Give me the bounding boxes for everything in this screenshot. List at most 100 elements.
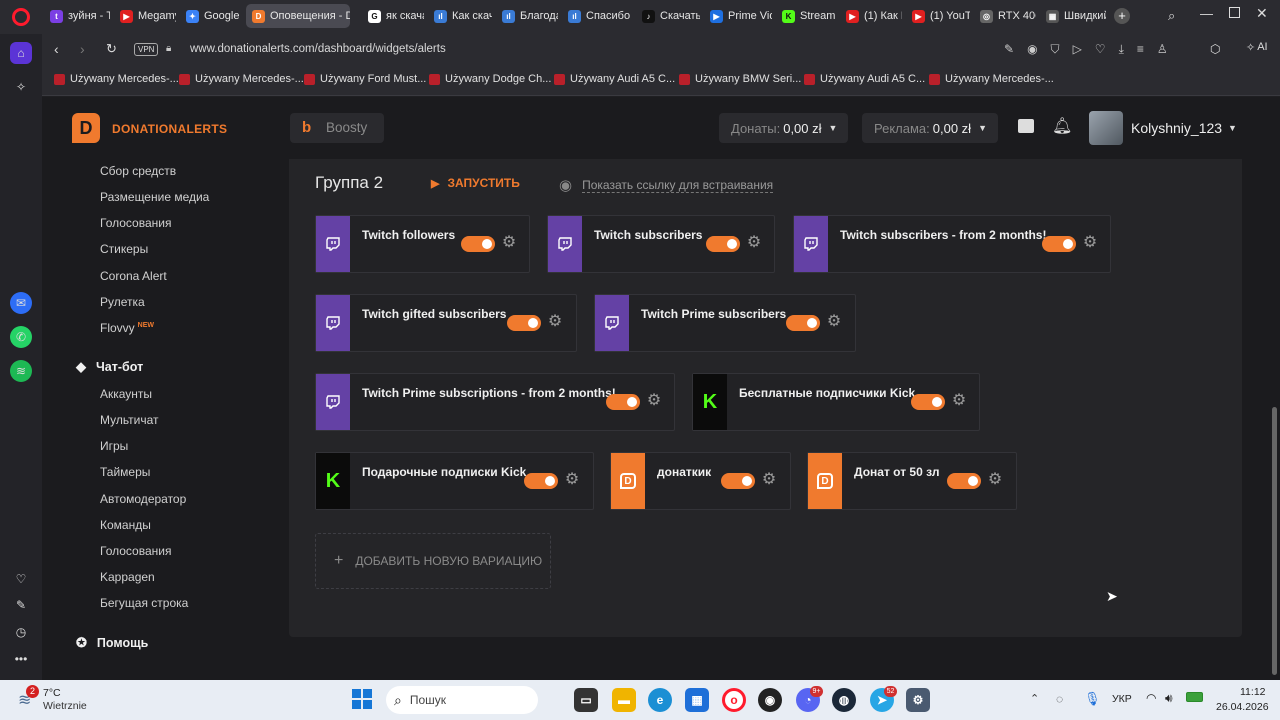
heart-icon[interactable]: ♡ xyxy=(1095,42,1106,57)
browser-tab[interactable]: ◎ RTX 4060 xyxy=(974,4,1036,28)
url-field[interactable]: www.donationalerts.com/dashboard/widgets… xyxy=(190,43,446,55)
browser-tab[interactable]: ✦ Google G xyxy=(180,4,242,28)
sidebar-item[interactable]: Corona Alert xyxy=(100,269,167,283)
spotify-icon[interactable]: ≋ xyxy=(10,360,32,382)
tray-chevron-icon[interactable]: ⌃ xyxy=(1030,692,1039,705)
embed-link-button[interactable]: ◉ Показать ссылку для встраивания xyxy=(559,176,774,194)
browser-tab[interactable]: Gяк скачат xyxy=(362,4,424,28)
bookmark-item[interactable]: Używany Mercedes-... xyxy=(179,73,304,85)
alert-card[interactable]: Twitch followers ⚙ xyxy=(315,215,530,273)
minimize-button[interactable]: — xyxy=(1200,6,1213,21)
sidebar-item[interactable]: Сбор средств xyxy=(100,164,176,178)
alert-enabled-toggle[interactable] xyxy=(524,473,558,489)
sidebar-item[interactable]: Аккаунты xyxy=(100,387,152,401)
sidebar-item[interactable]: Размещение медиа xyxy=(100,190,209,204)
file-explorer-icon[interactable]: ▬ xyxy=(612,688,636,712)
page-scrollbar[interactable] xyxy=(1271,97,1277,680)
settings-gear-icon[interactable]: ⚙ xyxy=(906,688,930,712)
username[interactable]: Kolyshniy_123 xyxy=(1131,120,1222,136)
sidebar-item[interactable]: Автомодератор xyxy=(100,492,186,506)
boosty-button[interactable]: b Boosty xyxy=(290,113,384,143)
history-icon[interactable]: ◷ xyxy=(10,621,32,643)
task-view-icon[interactable]: ▭ xyxy=(574,688,598,712)
browser-tab[interactable]: ▶ (1) Как Н xyxy=(840,4,902,28)
news-icon[interactable] xyxy=(1018,119,1034,133)
settings-gear-icon[interactable]: ⚙ xyxy=(761,472,777,488)
alert-card[interactable]: Twitch subscribers ⚙ xyxy=(547,215,775,273)
settings-gear-icon[interactable]: ⚙ xyxy=(501,235,517,251)
alert-enabled-toggle[interactable] xyxy=(911,394,945,410)
notifications-bell-icon[interactable]: 🔔︎ xyxy=(1052,116,1072,136)
alert-enabled-toggle[interactable] xyxy=(461,236,495,252)
more-icon[interactable]: ••• xyxy=(10,648,32,670)
settings-gear-icon[interactable]: ⚙ xyxy=(826,314,842,330)
sidebar-item[interactable]: Kappagen xyxy=(100,570,155,584)
bookmark-item[interactable]: Używany Ford Must... xyxy=(304,73,426,85)
ai-button[interactable]: ✧ AI xyxy=(1246,41,1268,54)
reload-icon[interactable]: ↻ xyxy=(106,41,117,57)
alert-card[interactable]: K Бесплатные подписчики Kick ⚙ xyxy=(692,373,980,431)
sidebar-item[interactable]: Команды xyxy=(100,518,151,532)
battery-icon[interactable] xyxy=(1186,692,1203,702)
sidebar-item[interactable]: Игры xyxy=(100,439,128,453)
browser-tab[interactable]: ıl Спасибо xyxy=(562,4,632,28)
bookmark-item[interactable]: Używany Audi A5 C... xyxy=(554,73,675,85)
steam-icon[interactable]: ◍ xyxy=(832,688,856,712)
sidebar-section-chatbot[interactable]: ◆ Чат-бот xyxy=(76,359,143,375)
settings-gear-icon[interactable]: ⚙ xyxy=(987,472,1003,488)
maximize-button[interactable] xyxy=(1229,7,1240,18)
alert-card[interactable]: K Подарочные подписки Kick ⚙ xyxy=(315,452,594,510)
volume-icon[interactable]: 🔊︎ xyxy=(1165,691,1173,706)
download-icon[interactable]: ⤓ xyxy=(1119,42,1124,57)
favorites-icon[interactable]: ♡ xyxy=(10,568,32,590)
settings-gear-icon[interactable]: ⚙ xyxy=(564,472,580,488)
github-icon[interactable]: ◉ xyxy=(758,688,782,712)
edge-icon[interactable]: e xyxy=(648,688,672,712)
clock-time[interactable]: 11:12 xyxy=(1240,686,1266,698)
browser-tab[interactable]: K Stream Ul xyxy=(776,4,836,28)
messenger-icon[interactable]: ✉ xyxy=(10,292,32,314)
sidebar-item[interactable]: Бегущая строка xyxy=(100,596,188,610)
pin-icon[interactable]: ✧ xyxy=(10,76,32,98)
wifi-icon[interactable]: ◠ xyxy=(1146,691,1156,705)
camera-icon[interactable]: ◉ xyxy=(1027,42,1037,57)
settings-gear-icon[interactable]: ⚙ xyxy=(951,393,967,409)
settings-gear-icon[interactable]: ⚙ xyxy=(646,393,662,409)
bookmark-item[interactable]: Używany Mercedes-... xyxy=(929,73,1054,85)
search-tabs-icon[interactable]: ⌕ xyxy=(1168,8,1175,24)
ads-dropdown[interactable]: Реклама: 0,00 zł ▼ xyxy=(862,113,998,143)
taskbar-search[interactable]: ⌕ Пошук xyxy=(386,686,538,714)
close-button[interactable]: ✕ xyxy=(1256,5,1268,22)
sidebar-section-help[interactable]: ✪ Помощь xyxy=(76,635,148,651)
scrollbar-thumb[interactable] xyxy=(1272,407,1277,675)
alert-enabled-toggle[interactable] xyxy=(606,394,640,410)
profile-icon[interactable]: ♙ xyxy=(1157,42,1168,57)
alert-enabled-toggle[interactable] xyxy=(786,315,820,331)
store-icon[interactable]: ▦ xyxy=(685,688,709,712)
alert-card[interactable]: Twitch subscribers - from 2 months! ⚙ xyxy=(793,215,1111,273)
bookmark-item[interactable]: Używany Audi A5 C... xyxy=(804,73,925,85)
settings-gear-icon[interactable]: ⚙ xyxy=(1082,235,1098,251)
cube-icon[interactable]: ⬡ xyxy=(1210,42,1220,56)
alert-card[interactable]: Twitch Prime subscribers ⚙ xyxy=(594,294,856,352)
shield-icon[interactable]: ⛉ xyxy=(1051,42,1060,57)
new-tab-button[interactable]: + xyxy=(1114,8,1130,24)
user-menu-chevron-icon[interactable]: ▼ xyxy=(1228,123,1237,133)
browser-tab[interactable]: D Оповещения - D xyxy=(246,4,350,28)
clock-date[interactable]: 26.04.2026 xyxy=(1216,701,1269,713)
share-icon[interactable]: ✎ xyxy=(1004,42,1014,57)
opera-icon[interactable]: o xyxy=(722,688,746,712)
browser-tab[interactable]: ▶ Prime Vid xyxy=(704,4,772,28)
bookmark-item[interactable]: Używany Mercedes-... xyxy=(54,73,179,85)
settings-gear-icon[interactable]: ⚙ xyxy=(547,314,563,330)
alert-card[interactable]: D Донат от 50 зл ⚙ xyxy=(807,452,1017,510)
sidebar-item[interactable]: Мультичат xyxy=(100,413,159,427)
microphone-icon[interactable]: 🎙︎ xyxy=(1084,691,1101,707)
sidebar-item[interactable]: Голосования xyxy=(100,216,171,230)
add-variation-button[interactable]: + ДОБАВИТЬ НОВУЮ ВАРИАЦИЮ xyxy=(315,533,551,589)
browser-tab[interactable]: ▦ Швидкий xyxy=(1040,4,1106,28)
browser-tab[interactable]: ıl Как скача xyxy=(428,4,492,28)
alert-enabled-toggle[interactable] xyxy=(507,315,541,331)
alert-card[interactable]: Twitch gifted subscribers ⚙ xyxy=(315,294,577,352)
vpn-badge[interactable]: VPN xyxy=(134,43,159,56)
